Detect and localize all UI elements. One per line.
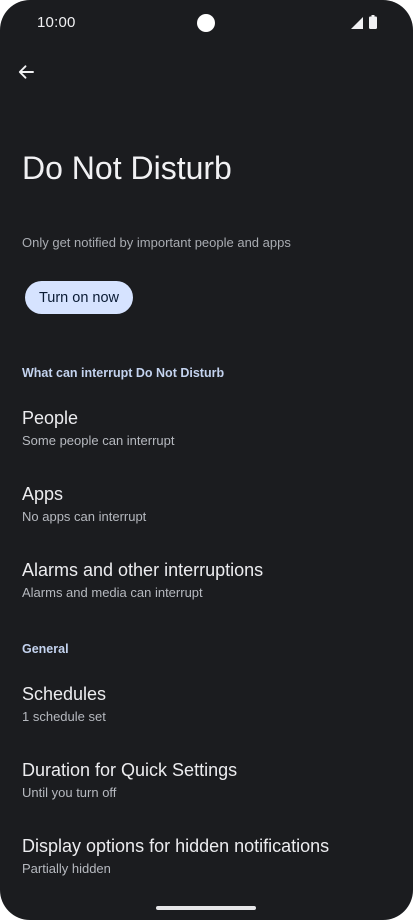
list-item-title: Apps [22, 484, 64, 504]
list-item-subtitle: 1 schedule set [22, 709, 106, 724]
list-item-schedules[interactable]: Schedules 1 schedule set [0, 674, 413, 738]
list-item-title: Duration for Quick Settings [22, 760, 238, 780]
list-item-alarms-and-other-interruptions[interactable]: Alarms and other interruptions Alarms an… [0, 550, 413, 614]
list-item-title: Schedules [22, 684, 107, 704]
page-description: Only get notified by important people an… [22, 235, 291, 250]
status-time: 10:00 [37, 14, 76, 31]
list-item-subtitle: Until you turn off [22, 785, 117, 800]
turn-on-now-button[interactable]: Turn on now [25, 281, 133, 314]
gesture-navigation-handle[interactable] [156, 906, 256, 910]
list-item-title: Display options for hidden notifications [22, 836, 330, 856]
list-item-subtitle: Some people can interrupt [22, 433, 175, 448]
list-item-display-options-hidden-notifications[interactable]: Display options for hidden notifications… [0, 826, 413, 890]
list-item-title: People [22, 408, 79, 428]
section-header-general: General [22, 642, 69, 656]
arrow-back-icon [18, 65, 34, 79]
list-item-duration-for-quick-settings[interactable]: Duration for Quick Settings Until you tu… [0, 750, 413, 814]
list-item-subtitle: No apps can interrupt [22, 509, 147, 524]
front-camera-cutout [197, 14, 215, 32]
phone-screen: 10:00 Do Not Disturb Only get notified b… [0, 0, 413, 920]
list-item-subtitle: Partially hidden [22, 861, 111, 876]
section-header-interruptions: What can interrupt Do Not Disturb [22, 366, 225, 380]
list-item-people[interactable]: People Some people can interrupt [0, 398, 413, 462]
list-item-title: Alarms and other interruptions [22, 560, 264, 580]
back-button[interactable] [12, 58, 40, 86]
status-bar: 10:00 [0, 0, 413, 46]
battery-icon [369, 15, 377, 29]
page-title: Do Not Disturb [22, 150, 232, 186]
cellular-signal-icon [351, 17, 363, 29]
list-item-apps[interactable]: Apps No apps can interrupt [0, 474, 413, 538]
list-item-subtitle: Alarms and media can interrupt [22, 585, 203, 600]
